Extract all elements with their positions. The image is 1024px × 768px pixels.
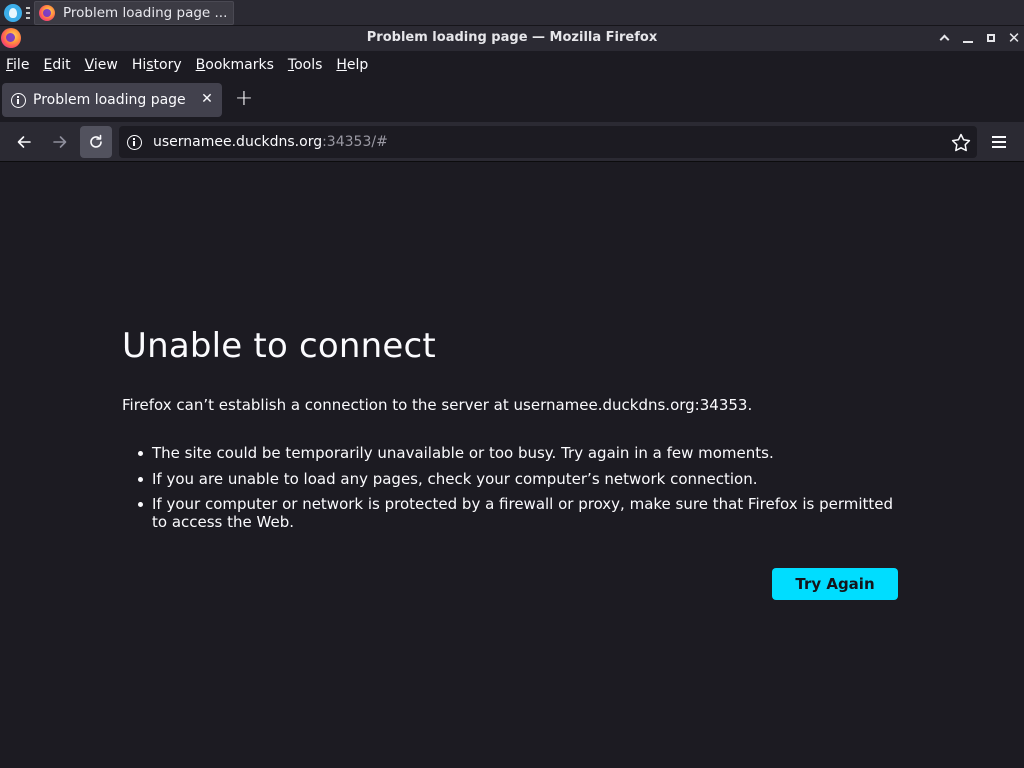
- tab-strip: Problem loading page ✕ +: [0, 78, 1024, 122]
- reload-icon: [90, 134, 102, 148]
- menu-bookmarks[interactable]: Bookmarks: [196, 57, 274, 73]
- menu-tools[interactable]: Tools: [288, 57, 323, 73]
- menu-bar: File Edit View History Bookmarks Tools H…: [0, 51, 1024, 78]
- new-tab-button[interactable]: +: [234, 86, 254, 111]
- info-icon: [11, 92, 26, 108]
- maximize-icon: [987, 34, 995, 42]
- minimize-icon: [963, 41, 973, 43]
- window-titlebar: Problem loading page — Mozilla Firefox ✕: [0, 26, 1024, 51]
- hamburger-icon: [992, 136, 1006, 138]
- list-item: The site could be temporarily unavailabl…: [138, 444, 908, 462]
- menu-help[interactable]: Help: [336, 57, 368, 73]
- bookmark-star-button[interactable]: [948, 130, 974, 156]
- site-info-icon[interactable]: [127, 134, 142, 150]
- close-icon: ✕: [1007, 29, 1021, 47]
- app-menu-button[interactable]: [989, 134, 1009, 150]
- taskbar: Problem loading page ...: [0, 0, 1024, 26]
- window-title: Problem loading page — Mozilla Firefox: [366, 30, 658, 45]
- taskbar-task-firefox[interactable]: Problem loading page ...: [34, 1, 234, 25]
- keep-above-button[interactable]: [936, 29, 954, 47]
- list-item: If your computer or network is protected…: [138, 495, 908, 531]
- error-title: Unable to connect: [122, 326, 436, 366]
- close-window-button[interactable]: ✕: [1005, 29, 1023, 47]
- error-page: Unable to connect Firefox can’t establis…: [0, 163, 1024, 768]
- chevron-up-icon: [939, 34, 950, 45]
- forward-button[interactable]: [44, 126, 76, 158]
- error-description: Firefox can’t establish a connection to …: [122, 396, 753, 414]
- maximize-button[interactable]: [982, 29, 1000, 47]
- firefox-icon: [39, 5, 55, 21]
- navigation-toolbar: usernamee.duckdns.org:34353/#: [0, 122, 1024, 162]
- taskbar-menu-icon[interactable]: [26, 7, 30, 19]
- tab-problem-loading[interactable]: Problem loading page ✕: [2, 83, 222, 117]
- error-suggestions: The site could be temporarily unavailabl…: [138, 444, 908, 539]
- list-item: If you are unable to load any pages, che…: [138, 470, 908, 488]
- menu-view[interactable]: View: [85, 57, 118, 73]
- try-again-button[interactable]: Try Again: [772, 568, 898, 600]
- menu-history[interactable]: History: [132, 57, 182, 73]
- menu-file[interactable]: File: [6, 57, 29, 73]
- app-launcher-icon[interactable]: [4, 4, 22, 22]
- taskbar-task-label: Problem loading page ...: [63, 5, 228, 21]
- tab-close-button[interactable]: ✕: [200, 92, 214, 106]
- url-text[interactable]: usernamee.duckdns.org:34353/#: [153, 134, 388, 150]
- arrow-right-icon: [53, 136, 67, 148]
- tab-label: Problem loading page: [33, 92, 186, 108]
- menu-edit[interactable]: Edit: [43, 57, 70, 73]
- plus-icon: +: [234, 86, 254, 111]
- reload-button[interactable]: [80, 126, 112, 158]
- arrow-left-icon: [17, 136, 31, 148]
- back-button[interactable]: [8, 126, 40, 158]
- url-bar[interactable]: usernamee.duckdns.org:34353/#: [119, 126, 977, 158]
- minimize-button[interactable]: [959, 29, 977, 47]
- star-icon: [951, 133, 971, 152]
